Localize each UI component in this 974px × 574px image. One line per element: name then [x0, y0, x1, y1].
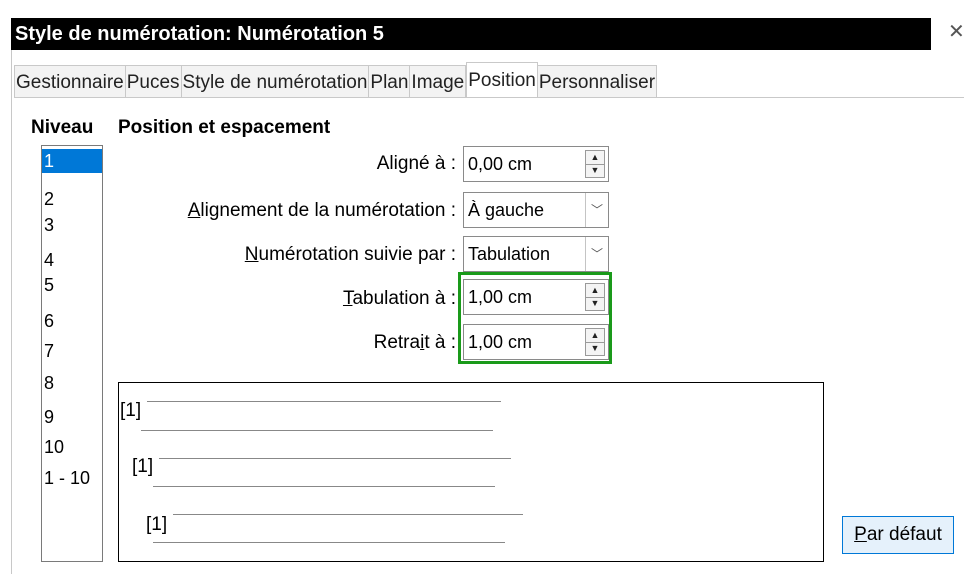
chevron-down-icon[interactable]: ﹀ — [585, 193, 608, 227]
level-item-5[interactable]: 5 — [42, 273, 102, 297]
preview-line — [173, 514, 523, 515]
default-button-label: ar défaut — [866, 524, 942, 545]
level-item-4[interactable]: 4 — [42, 248, 102, 272]
window-title: Style de numérotation: Numérotation 5 — [11, 18, 931, 50]
tab-bar: Gestionnaire Puces Style de numérotation… — [14, 62, 658, 98]
numbering-followed-by-label-accel: N — [244, 244, 259, 265]
title-bar: Style de numérotation: Numérotation 5 ✕ — [0, 0, 974, 50]
level-list[interactable]: 1 2 3 4 5 6 7 8 9 10 1 - 10 — [41, 145, 103, 562]
level-item-9[interactable]: 9 — [42, 405, 102, 429]
preview-line — [153, 542, 505, 543]
spin-up-icon[interactable]: ▲ — [586, 151, 604, 165]
preview-line — [147, 401, 501, 402]
tab-stop-at-label-post: abulation à : — [352, 288, 456, 309]
indent-at-label-pre: Retra — [373, 332, 421, 353]
aligned-at-value: 0,00 cm — [468, 154, 533, 174]
aligned-at-spinbox[interactable]: 0,00 cm ▲ ▼ — [463, 146, 609, 182]
tab-stop-at-label: Tabulation à : — [280, 288, 456, 310]
numbering-alignment-value: À gauche — [468, 200, 545, 220]
aligned-at-label-accel: g — [397, 153, 409, 174]
level-item-10[interactable]: 10 — [42, 435, 102, 459]
preview-number-1: [1] — [120, 400, 142, 421]
numbering-followed-by-combo[interactable]: Tabulation ﹀ — [463, 236, 609, 272]
level-item-1[interactable]: 1 — [42, 149, 102, 173]
tab-personnaliser[interactable]: Personnaliser — [537, 65, 658, 98]
numbering-alignment-combo[interactable]: À gauche ﹀ — [463, 192, 609, 228]
level-item-7[interactable]: 7 — [42, 339, 102, 363]
position-heading: Position et espacement — [118, 117, 331, 138]
aligned-at-label-pre: Ali — [376, 153, 398, 174]
level-item-3[interactable]: 3 — [42, 213, 102, 237]
numbering-alignment-label-post: lignement de la numérotation : — [200, 200, 456, 221]
numbering-followed-by-label-post: umérotation suivie par : — [258, 244, 457, 265]
tab-style-de-numerotation[interactable]: Style de numérotation — [181, 65, 370, 98]
tab-position[interactable]: Position — [466, 62, 538, 98]
numbering-followed-by-value: Tabulation — [468, 244, 551, 264]
aligned-at-label: Aligné à : — [300, 153, 456, 175]
numbering-followed-by-label: Numérotation suivie par : — [190, 244, 456, 266]
numbering-alignment-label-accel: A — [187, 200, 201, 221]
aligned-at-spin-buttons: ▲ ▼ — [585, 150, 605, 178]
aligned-at-label-post: né à : — [408, 153, 456, 174]
tab-divider — [14, 97, 964, 98]
level-heading: Niveau — [31, 117, 94, 138]
indent-at-label: Retrait à : — [300, 332, 456, 354]
preview-line — [159, 458, 511, 459]
level-item-8[interactable]: 8 — [42, 371, 102, 395]
default-button[interactable]: Par défaut — [842, 516, 954, 554]
highlight-box — [458, 272, 612, 364]
indent-at-label-post: t à : — [424, 332, 456, 353]
tab-puces[interactable]: Puces — [125, 65, 182, 98]
close-icon[interactable]: ✕ — [948, 22, 965, 42]
tab-image[interactable]: Image — [410, 65, 467, 98]
level-item-1-10[interactable]: 1 - 10 — [42, 466, 102, 490]
preview-line — [153, 486, 495, 487]
default-button-accel: P — [854, 524, 867, 545]
level-item-6[interactable]: 6 — [42, 309, 102, 333]
preview-number-2: [1] — [132, 456, 154, 477]
preview-number-3: [1] — [146, 514, 168, 535]
tab-gestionnaire[interactable]: Gestionnaire — [14, 65, 126, 98]
level-item-2[interactable]: 2 — [42, 187, 102, 211]
tab-plan[interactable]: Plan — [369, 65, 411, 98]
spin-down-icon[interactable]: ▼ — [586, 164, 604, 177]
preview-line — [141, 430, 493, 431]
preview-box: [1] [1] [1] — [118, 382, 824, 562]
chevron-down-icon[interactable]: ﹀ — [585, 237, 608, 271]
numbering-alignment-label: Alignement de la numérotation : — [120, 200, 456, 222]
